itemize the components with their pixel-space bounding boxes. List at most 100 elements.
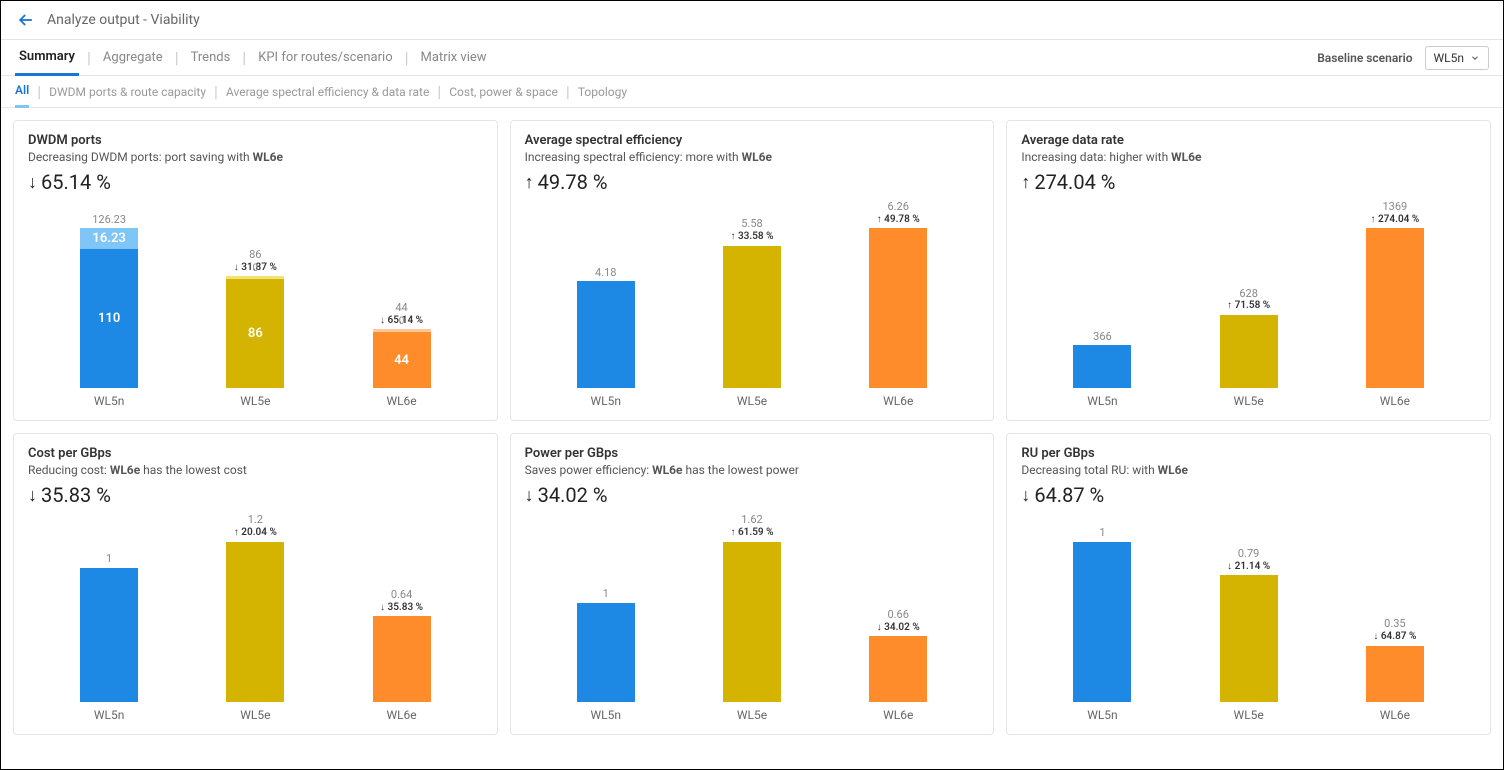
bar-WL5e: 5.58↑ 33.58 %WL5e	[707, 217, 797, 408]
chart: 366WL5n628↑ 71.58 %WL5e1369↑ 274.04 %WL6…	[1021, 200, 1476, 408]
tab-trends[interactable]: Trends	[187, 50, 235, 65]
chart: 1WL5n 1.2↑ 20.04 % WL5e 0.64↓ 35.83 % WL6e	[28, 513, 483, 721]
card-0: DWDM portsDecreasing DWDM ports: port sa…	[13, 120, 498, 421]
scenario-value: WL5n	[1434, 51, 1464, 65]
bar-value-label: 1	[603, 587, 609, 601]
bar-category: WL5e	[737, 708, 767, 722]
card-5: RU per GBpsDecreasing total RU: with WL6…	[1006, 433, 1491, 734]
bar-WL5n: 1WL5n	[64, 552, 154, 721]
baseline-label: Baseline scenario	[1317, 51, 1412, 65]
bar	[1366, 228, 1424, 388]
bar	[1220, 575, 1278, 701]
card-subtitle: Decreasing DWDM ports: port saving with …	[28, 150, 483, 164]
bar-value-label: 0.79↓ 21.14 %	[1227, 547, 1270, 573]
bar	[723, 246, 781, 389]
bar-WL5n: 126.2316.23110 WL5n	[64, 213, 154, 409]
tab-matrix[interactable]: Matrix view	[417, 50, 491, 65]
card-1: Average spectral efficiency Increasing sp…	[510, 120, 995, 421]
bar-segment	[80, 568, 138, 701]
bar-WL5e: 1.62↑ 61.59 % WL5e	[707, 513, 797, 721]
page-title: Analyze output - Viability	[47, 12, 200, 28]
bar-WL6e: 0.64↓ 35.83 % WL6e	[357, 588, 447, 722]
chart: 1 WL5n 1.62↑ 61.59 % WL5e 0.66↓ 34.02 % WL6e	[525, 513, 980, 721]
subtab-spectral[interactable]: Average spectral efficiency & data rate	[226, 85, 429, 99]
bar-value-label: 0.35↓ 64.87 %	[1373, 617, 1416, 643]
bar: 086	[226, 276, 284, 388]
bar-category: WL6e	[386, 394, 416, 408]
bar	[226, 542, 284, 702]
bar-segment	[1073, 542, 1131, 702]
card-title: Cost per GBps	[28, 446, 483, 461]
bar-WL6e: 44↓ 65.14 %044WL6e	[357, 301, 447, 408]
back-button[interactable]	[15, 9, 37, 31]
bar	[1073, 542, 1131, 702]
card-subtitle: Increasing data: higher with WL6e	[1021, 150, 1476, 164]
bar-value-label: 4.18	[595, 266, 616, 280]
bar-value-label: 1.2↑ 20.04 %	[234, 513, 277, 539]
tab-kpi[interactable]: KPI for routes/scenario	[254, 50, 396, 65]
card-subtitle: Increasing spectral efficiency: more wit…	[525, 150, 980, 164]
bar-value-label: 1369↑ 274.04 %	[1370, 200, 1419, 226]
card-subtitle: Reducing cost: WL6e has the lowest cost	[28, 463, 483, 477]
bar-segment	[723, 542, 781, 702]
bar-category: WL5n	[1087, 394, 1117, 408]
bar-WL6e: 6.26↑ 49.78 %WL6e	[853, 200, 943, 408]
bar	[577, 603, 635, 702]
bar-WL5e: 86↓ 31.87 %086WL5e	[210, 248, 300, 408]
bar-WL5n: 4.18WL5n	[561, 266, 651, 409]
bar-category: WL5n	[591, 708, 621, 722]
bar-value-label: 628↑ 71.58 %	[1227, 287, 1270, 313]
bar-category: WL5n	[94, 394, 124, 408]
subtab-topology[interactable]: Topology	[578, 85, 627, 99]
bar-segment	[723, 246, 781, 389]
bar-segment	[1220, 315, 1278, 388]
subtab-all[interactable]: All	[15, 76, 29, 108]
bar-category: WL6e	[1380, 394, 1410, 408]
bar-value-label: 5.58↑ 33.58 %	[730, 217, 773, 243]
bar	[577, 281, 635, 388]
bar-value-label: 126.23	[92, 213, 126, 227]
bar-category: WL5e	[1234, 394, 1264, 408]
card-kpi: ↓64.87 %	[1021, 483, 1476, 507]
card-title: Average spectral efficiency	[525, 133, 980, 148]
bar-value-label: 0.66↓ 34.02 %	[877, 608, 920, 634]
card-2: Average data rate Increasing data: higher…	[1006, 120, 1491, 421]
tab-aggregate[interactable]: Aggregate	[99, 50, 167, 65]
bar-segment	[869, 228, 927, 388]
bar-segment	[577, 603, 635, 702]
bar	[1366, 646, 1424, 702]
card-kpi: ↓65.14 %	[28, 170, 483, 194]
bar: 16.23110	[80, 228, 138, 388]
bar-value-label: 1.62↑ 61.59 %	[730, 513, 773, 539]
bar-category: WL5e	[240, 708, 270, 722]
bar-category: WL6e	[386, 708, 416, 722]
bar-WL5e: 1.2↑ 20.04 % WL5e	[210, 513, 300, 721]
bar-segment	[1366, 646, 1424, 702]
bar-WL6e: 0.35↓ 64.87 %WL6e	[1350, 617, 1440, 721]
card-title: Power per GBps	[525, 446, 980, 461]
subtab-cost[interactable]: Cost, power & space	[449, 85, 558, 99]
bar-segment	[577, 281, 635, 388]
bar	[80, 568, 138, 701]
bar-WL5e: 628↑ 71.58 % WL5e	[1204, 287, 1294, 409]
bar-category: WL5e	[1234, 708, 1264, 722]
bar-segment-main: 44	[373, 332, 431, 388]
subtab-dwdm[interactable]: DWDM ports & route capacity	[49, 85, 206, 99]
bar-WL6e: 1369↑ 274.04 % WL6e	[1350, 200, 1440, 408]
tab-summary[interactable]: Summary	[15, 40, 79, 76]
bar-WL5n: 1WL5n	[1057, 526, 1147, 722]
bar-value-label: 0.64↓ 35.83 %	[380, 588, 423, 614]
chart: 4.18WL5n 5.58↑ 33.58 %WL5e 6.26↑ 49.78 %WL…	[525, 200, 980, 408]
arrow-left-icon	[16, 10, 36, 30]
bar-value-label: 1	[106, 552, 112, 566]
bar-category: WL6e	[883, 394, 913, 408]
bar-segment-main: 86	[226, 279, 284, 388]
bar	[1220, 315, 1278, 388]
bar-category: WL6e	[883, 708, 913, 722]
card-title: Average data rate	[1021, 133, 1476, 148]
bar-WL5e: 0.79↓ 21.14 % WL5e	[1204, 547, 1294, 722]
bar	[869, 228, 927, 388]
chevron-down-icon	[1470, 53, 1480, 63]
bar-segment	[373, 616, 431, 701]
scenario-select[interactable]: WL5n	[1425, 46, 1489, 70]
